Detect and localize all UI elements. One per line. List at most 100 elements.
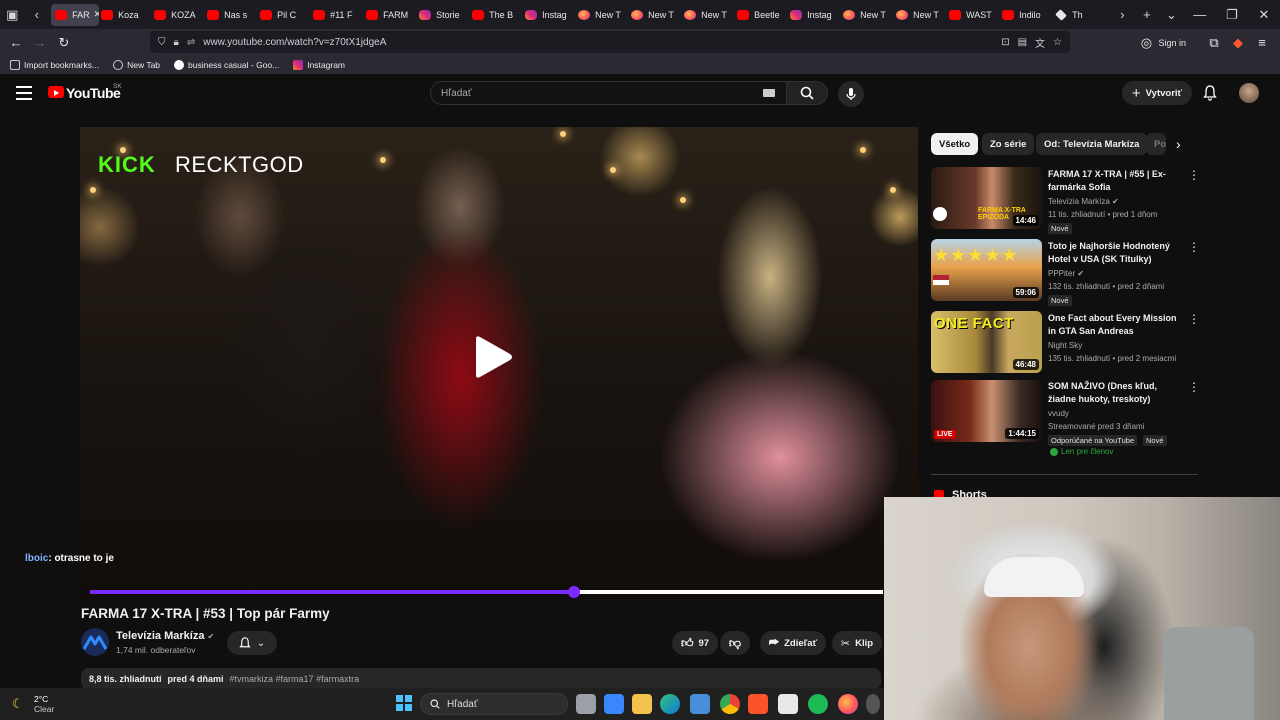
minimize-icon[interactable]: — [1184, 0, 1216, 29]
edge-icon[interactable] [660, 694, 680, 714]
browser-tab[interactable]: New T [843, 0, 894, 29]
browser-tab[interactable]: FARM [366, 0, 417, 29]
spotify-icon[interactable] [808, 694, 828, 714]
browser-tab[interactable]: New T [684, 0, 735, 29]
weather-temperature[interactable]: 2°C [34, 694, 48, 704]
user-avatar[interactable] [1239, 83, 1259, 103]
browser-tab[interactable]: KOZA [154, 0, 205, 29]
settings-icon[interactable] [866, 694, 880, 714]
forward-icon[interactable]: → [28, 31, 52, 55]
shield-icon[interactable]: ⛉ [158, 37, 166, 48]
related-channel[interactable]: Televízia Markíza ✔ [1048, 197, 1119, 206]
new-tab-icon[interactable]: + [1135, 0, 1160, 29]
store-icon[interactable] [604, 694, 624, 714]
related-thumbnail[interactable]: ★★★★★ 59:06 [931, 239, 1042, 301]
notifications-bell-icon[interactable] [1203, 85, 1217, 106]
more-options-icon[interactable]: ⋮ [1188, 168, 1200, 182]
tab-overview-icon[interactable]: ▣ [0, 0, 25, 29]
browser-tab[interactable]: New T [631, 0, 682, 29]
chip-from-series[interactable]: Zo série [982, 133, 1035, 155]
share-button[interactable]: ⮫ Zdieľať [760, 631, 826, 655]
browser-tab[interactable]: The B [472, 0, 523, 29]
photos-icon[interactable] [690, 694, 710, 714]
search-button[interactable] [786, 81, 828, 105]
picture-in-picture-icon[interactable]: ⊡ [1001, 37, 1009, 48]
youtube-logo-icon[interactable] [48, 86, 64, 98]
tab-scroll-right-icon[interactable]: › [1110, 0, 1135, 29]
task-view-icon[interactable] [576, 694, 596, 714]
browser-tab[interactable]: Pil C [260, 0, 311, 29]
url-text[interactable]: www.youtube.com/watch?v=z70tX1jdgeA [203, 37, 386, 48]
progress-scrubber-handle[interactable] [568, 586, 580, 598]
browser-tab[interactable]: Nas s [207, 0, 258, 29]
hamburger-menu-icon[interactable] [16, 86, 32, 100]
windows-start-icon[interactable] [396, 695, 412, 711]
brave-browser-icon[interactable] [748, 694, 768, 714]
chips-next-chevron-icon[interactable]: › [1176, 136, 1181, 152]
sign-in-button[interactable]: Sign in [1158, 38, 1186, 48]
chip-partial[interactable]: Po [1146, 133, 1166, 155]
reader-icon[interactable]: ▤ [1018, 37, 1027, 48]
file-explorer-icon[interactable] [632, 694, 652, 714]
extensions-icon[interactable]: ⧉ [1202, 31, 1226, 55]
taskbar-search[interactable]: Hľadať [420, 693, 568, 715]
moon-weather-icon[interactable]: ☾ [12, 696, 24, 712]
search-input[interactable]: Hľadať [430, 81, 790, 105]
related-channel[interactable]: PPPiter ✔ [1048, 269, 1084, 278]
more-options-icon[interactable]: ⋮ [1188, 312, 1200, 326]
bookmark-google[interactable]: business casual - Goo... [174, 60, 279, 70]
browser-tab[interactable]: Instag [525, 0, 576, 29]
related-thumbnail[interactable]: LIVE 1:44:15 [931, 380, 1042, 442]
play-icon[interactable] [470, 335, 514, 379]
channel-name[interactable]: Televízia Markíza ✔ [116, 630, 214, 642]
sign-in-icon[interactable]: ◎ [1134, 31, 1158, 55]
channel-avatar[interactable] [81, 628, 109, 656]
chrome-icon[interactable] [720, 694, 740, 714]
create-button[interactable]: + Vytvoriť [1122, 81, 1192, 105]
related-thumbnail[interactable]: ONE FACT 46:48 [931, 311, 1042, 373]
bookmark-new-tab[interactable]: New Tab [113, 60, 160, 70]
more-options-icon[interactable]: ⋮ [1188, 380, 1200, 394]
description-box[interactable]: 8,8 tis. zhliadnutí pred 4 dňami #tvmark… [81, 668, 881, 690]
related-channel[interactable]: Night Sky [1048, 341, 1082, 350]
more-options-icon[interactable]: ⋮ [1188, 240, 1200, 254]
related-thumbnail[interactable]: FARMA X-TRA EPIZÓDA 14:46 [931, 167, 1042, 229]
browser-tab[interactable]: Instag [790, 0, 841, 29]
notepad-icon[interactable] [778, 694, 798, 714]
permissions-icon[interactable]: ⇌ [187, 37, 195, 48]
firefox-icon[interactable] [838, 694, 858, 714]
close-window-icon[interactable]: ✕ [1248, 0, 1280, 29]
bookmark-import[interactable]: Import bookmarks... [10, 60, 99, 70]
browser-tab[interactable]: Storie [419, 0, 470, 29]
restore-icon[interactable]: ❐ [1216, 0, 1248, 29]
clip-button[interactable]: ✂ Klip [832, 631, 882, 655]
tab-scroll-left-icon[interactable]: ‹ [25, 0, 50, 29]
brave-icon[interactable]: ◆ [1226, 31, 1250, 55]
like-button[interactable]: 👍︎ 97 [672, 631, 718, 655]
chip-from-channel[interactable]: Od: Televízia Markíza [1036, 133, 1148, 155]
chip-all[interactable]: Všetko [931, 133, 979, 155]
weather-condition[interactable]: Clear [34, 704, 54, 714]
subscription-bell-button[interactable]: ⌄ [227, 631, 277, 655]
browser-tab[interactable]: #11 F [313, 0, 364, 29]
dislike-button[interactable]: 👎︎ [720, 631, 750, 655]
related-title[interactable]: FARMA 17 X-TRA | #55 | Ex-farmárka Sofia [1048, 168, 1180, 194]
translate-icon[interactable]: 文 [1035, 35, 1045, 50]
voice-search-button[interactable] [838, 81, 864, 107]
related-title[interactable]: SOM NAŽIVO (Dnes kľud, žiadne hukoty, tr… [1048, 380, 1180, 406]
bookmark-star-icon[interactable]: ☆ [1053, 37, 1062, 48]
reload-icon[interactable]: ↻ [52, 31, 76, 55]
browser-tab[interactable]: Koza [101, 0, 152, 29]
related-title[interactable]: Toto je Najhoršie Hodnotený Hotel v USA … [1048, 240, 1180, 266]
related-channel[interactable]: vvudy [1048, 409, 1069, 418]
browser-tab[interactable]: Indilo [1002, 0, 1053, 29]
browser-tab[interactable]: WAST [949, 0, 1000, 29]
browser-tab[interactable]: New T [578, 0, 629, 29]
hashtags[interactable]: #tvmarkiza #farma17 #farmaxtra [230, 674, 360, 684]
browser-tab[interactable]: Beetle [737, 0, 788, 29]
close-tab-icon[interactable]: ✕ [94, 9, 99, 20]
menu-icon[interactable]: ≡ [1250, 31, 1274, 55]
tab-list-icon[interactable]: ⌄ [1159, 0, 1184, 29]
bookmark-instagram[interactable]: Instagram [293, 60, 345, 70]
related-title[interactable]: One Fact about Every Mission in GTA San … [1048, 312, 1180, 338]
